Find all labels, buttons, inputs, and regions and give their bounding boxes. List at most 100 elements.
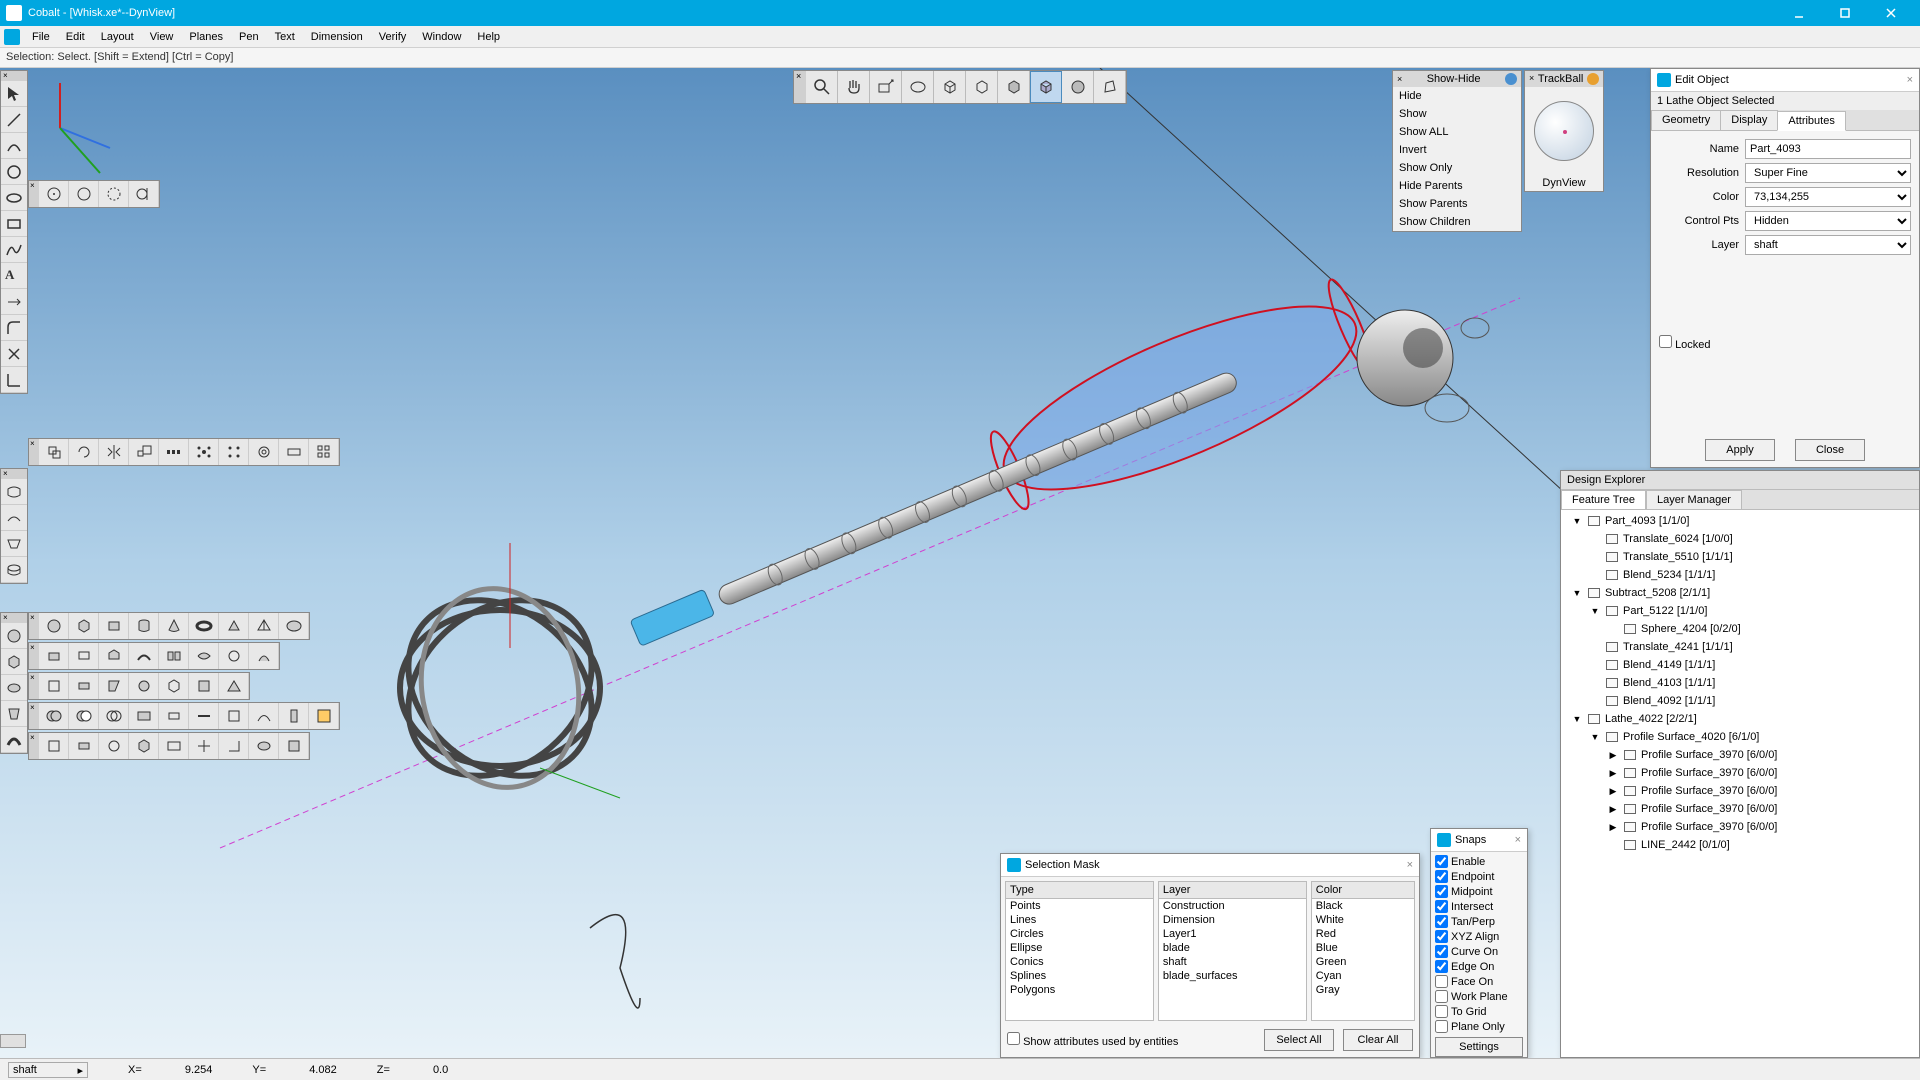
feat1-icon[interactable] [39, 673, 69, 699]
view-toolbar-close[interactable]: × [794, 71, 806, 103]
tree-row[interactable]: Translate_5510 [1/1/1] [1563, 548, 1917, 566]
ellipse-tool-icon[interactable] [1, 185, 27, 211]
tree-toggle-icon[interactable]: ▶ [1607, 750, 1619, 761]
wireframe-icon[interactable] [902, 71, 934, 103]
snap-option[interactable]: Plane Only [1435, 1019, 1523, 1034]
list-item[interactable]: Polygons [1006, 983, 1153, 997]
tree-toggle-icon[interactable]: ▶ [1607, 768, 1619, 779]
show-hide-item[interactable]: Show Only [1393, 159, 1521, 177]
zoom-icon[interactable] [806, 71, 838, 103]
array-grid-icon[interactable] [219, 439, 249, 465]
prim-cylinder-icon[interactable] [129, 613, 159, 639]
tree-row[interactable]: ▼Lathe_4022 [2/2/1] [1563, 710, 1917, 728]
sweep-icon[interactable] [1, 727, 27, 753]
tree-row[interactable]: ▶Profile Surface_3970 [6/0/0] [1563, 818, 1917, 836]
tab-feature-tree[interactable]: Feature Tree [1561, 490, 1646, 509]
list-item[interactable]: Cyan [1312, 969, 1414, 983]
snap-option[interactable]: Intersect [1435, 899, 1523, 914]
list-item[interactable]: Green [1312, 955, 1414, 969]
feat3-icon[interactable] [99, 673, 129, 699]
controlpts-select[interactable]: Hidden [1745, 211, 1911, 231]
tree-row[interactable]: Sphere_4204 [0/2/0] [1563, 620, 1917, 638]
list-item[interactable]: shaft [1159, 955, 1306, 969]
edit7-icon[interactable] [219, 733, 249, 759]
revolve-icon[interactable] [1, 675, 27, 701]
trim-tool-icon[interactable] [1, 289, 27, 315]
feat4-icon[interactable] [129, 673, 159, 699]
prim-box-icon[interactable] [69, 613, 99, 639]
surf4-icon[interactable] [1, 557, 27, 583]
locked-checkbox[interactable] [1659, 335, 1672, 348]
color-select[interactable]: 73,134,255 [1745, 187, 1911, 207]
clear-all-button[interactable]: Clear All [1343, 1029, 1413, 1051]
array-polar-icon[interactable] [189, 439, 219, 465]
list-item[interactable]: Black [1312, 899, 1414, 913]
tree-row[interactable]: Blend_4103 [1/1/1] [1563, 674, 1917, 692]
list-item[interactable]: blade_surfaces [1159, 969, 1306, 983]
list-item[interactable]: Circles [1006, 927, 1153, 941]
menu-window[interactable]: Window [414, 28, 469, 46]
list-item[interactable]: Splines [1006, 969, 1153, 983]
snap-checkbox[interactable] [1435, 1005, 1448, 1018]
snap-option[interactable]: Curve On [1435, 944, 1523, 959]
snap-checkbox[interactable] [1435, 990, 1448, 1003]
ext7-icon[interactable] [219, 643, 249, 669]
loft-icon[interactable] [1, 701, 27, 727]
prim-cone-icon[interactable] [159, 613, 189, 639]
scale-icon[interactable] [129, 439, 159, 465]
spline-tool-icon[interactable] [1, 237, 27, 263]
move-icon[interactable] [39, 439, 69, 465]
selmask-color-list[interactable]: BlackWhiteRedBlueGreenCyanGray [1311, 899, 1415, 1021]
stretch-icon[interactable] [279, 439, 309, 465]
ext5-icon[interactable] [159, 643, 189, 669]
bool6-icon[interactable] [189, 703, 219, 729]
selmask-type-list[interactable]: PointsLinesCirclesEllipseConicsSplinesPo… [1005, 899, 1154, 1021]
edit-object-close[interactable]: × [1907, 74, 1913, 86]
tab-geometry[interactable]: Geometry [1651, 110, 1721, 130]
list-item[interactable]: Gray [1312, 983, 1414, 997]
list-item[interactable]: Ellipse [1006, 941, 1153, 955]
trackball-gear-icon[interactable] [1587, 73, 1599, 85]
list-item[interactable]: Construction [1159, 899, 1306, 913]
list-item[interactable]: Dimension [1159, 913, 1306, 927]
show-hide-item[interactable]: Show [1393, 105, 1521, 123]
prim-torus-icon[interactable] [189, 613, 219, 639]
edit6-icon[interactable] [189, 733, 219, 759]
snaps-settings-button[interactable]: Settings [1435, 1037, 1523, 1057]
tree-row[interactable]: ▶Profile Surface_3970 [6/0/0] [1563, 764, 1917, 782]
surf2-icon[interactable] [1, 505, 27, 531]
tree-row[interactable]: Blend_5234 [1/1/1] [1563, 566, 1917, 584]
bool-subtract-icon[interactable] [69, 703, 99, 729]
circle-tangent-icon[interactable] [129, 181, 159, 207]
cross-tool-icon[interactable] [1, 341, 27, 367]
minimize-button[interactable] [1776, 0, 1822, 26]
wireframe-box-icon[interactable] [966, 71, 998, 103]
show-hide-item[interactable]: Show Parents [1393, 195, 1521, 213]
edit3-icon[interactable] [99, 733, 129, 759]
snap-option[interactable]: Midpoint [1435, 884, 1523, 899]
tree-toggle-icon[interactable]: ▶ [1607, 786, 1619, 797]
menu-planes[interactable]: Planes [181, 28, 231, 46]
resolution-select[interactable]: Super Fine [1745, 163, 1911, 183]
bool4-icon[interactable] [129, 703, 159, 729]
menu-view[interactable]: View [142, 28, 182, 46]
tree-toggle-icon[interactable]: ▼ [1571, 516, 1583, 526]
snap-option[interactable]: Enable [1435, 854, 1523, 869]
list-item[interactable]: Blue [1312, 941, 1414, 955]
menu-text[interactable]: Text [267, 28, 303, 46]
snap-checkbox[interactable] [1435, 915, 1448, 928]
tree-row[interactable]: LINE_2442 [0/1/0] [1563, 836, 1917, 854]
show-hide-item[interactable]: Show ALL [1393, 123, 1521, 141]
arc-tool-icon[interactable] [1, 133, 27, 159]
menu-verify[interactable]: Verify [371, 28, 415, 46]
snap-option[interactable]: Edge On [1435, 959, 1523, 974]
snap-option[interactable]: Endpoint [1435, 869, 1523, 884]
rotate-icon[interactable] [69, 439, 99, 465]
snap-option[interactable]: Face On [1435, 974, 1523, 989]
list-item[interactable]: blade [1159, 941, 1306, 955]
circle-tool-icon[interactable] [1, 159, 27, 185]
tree-toggle-icon[interactable]: ▼ [1589, 732, 1601, 742]
snap-checkbox[interactable] [1435, 945, 1448, 958]
snap-checkbox[interactable] [1435, 1020, 1448, 1033]
feat2-icon[interactable] [69, 673, 99, 699]
